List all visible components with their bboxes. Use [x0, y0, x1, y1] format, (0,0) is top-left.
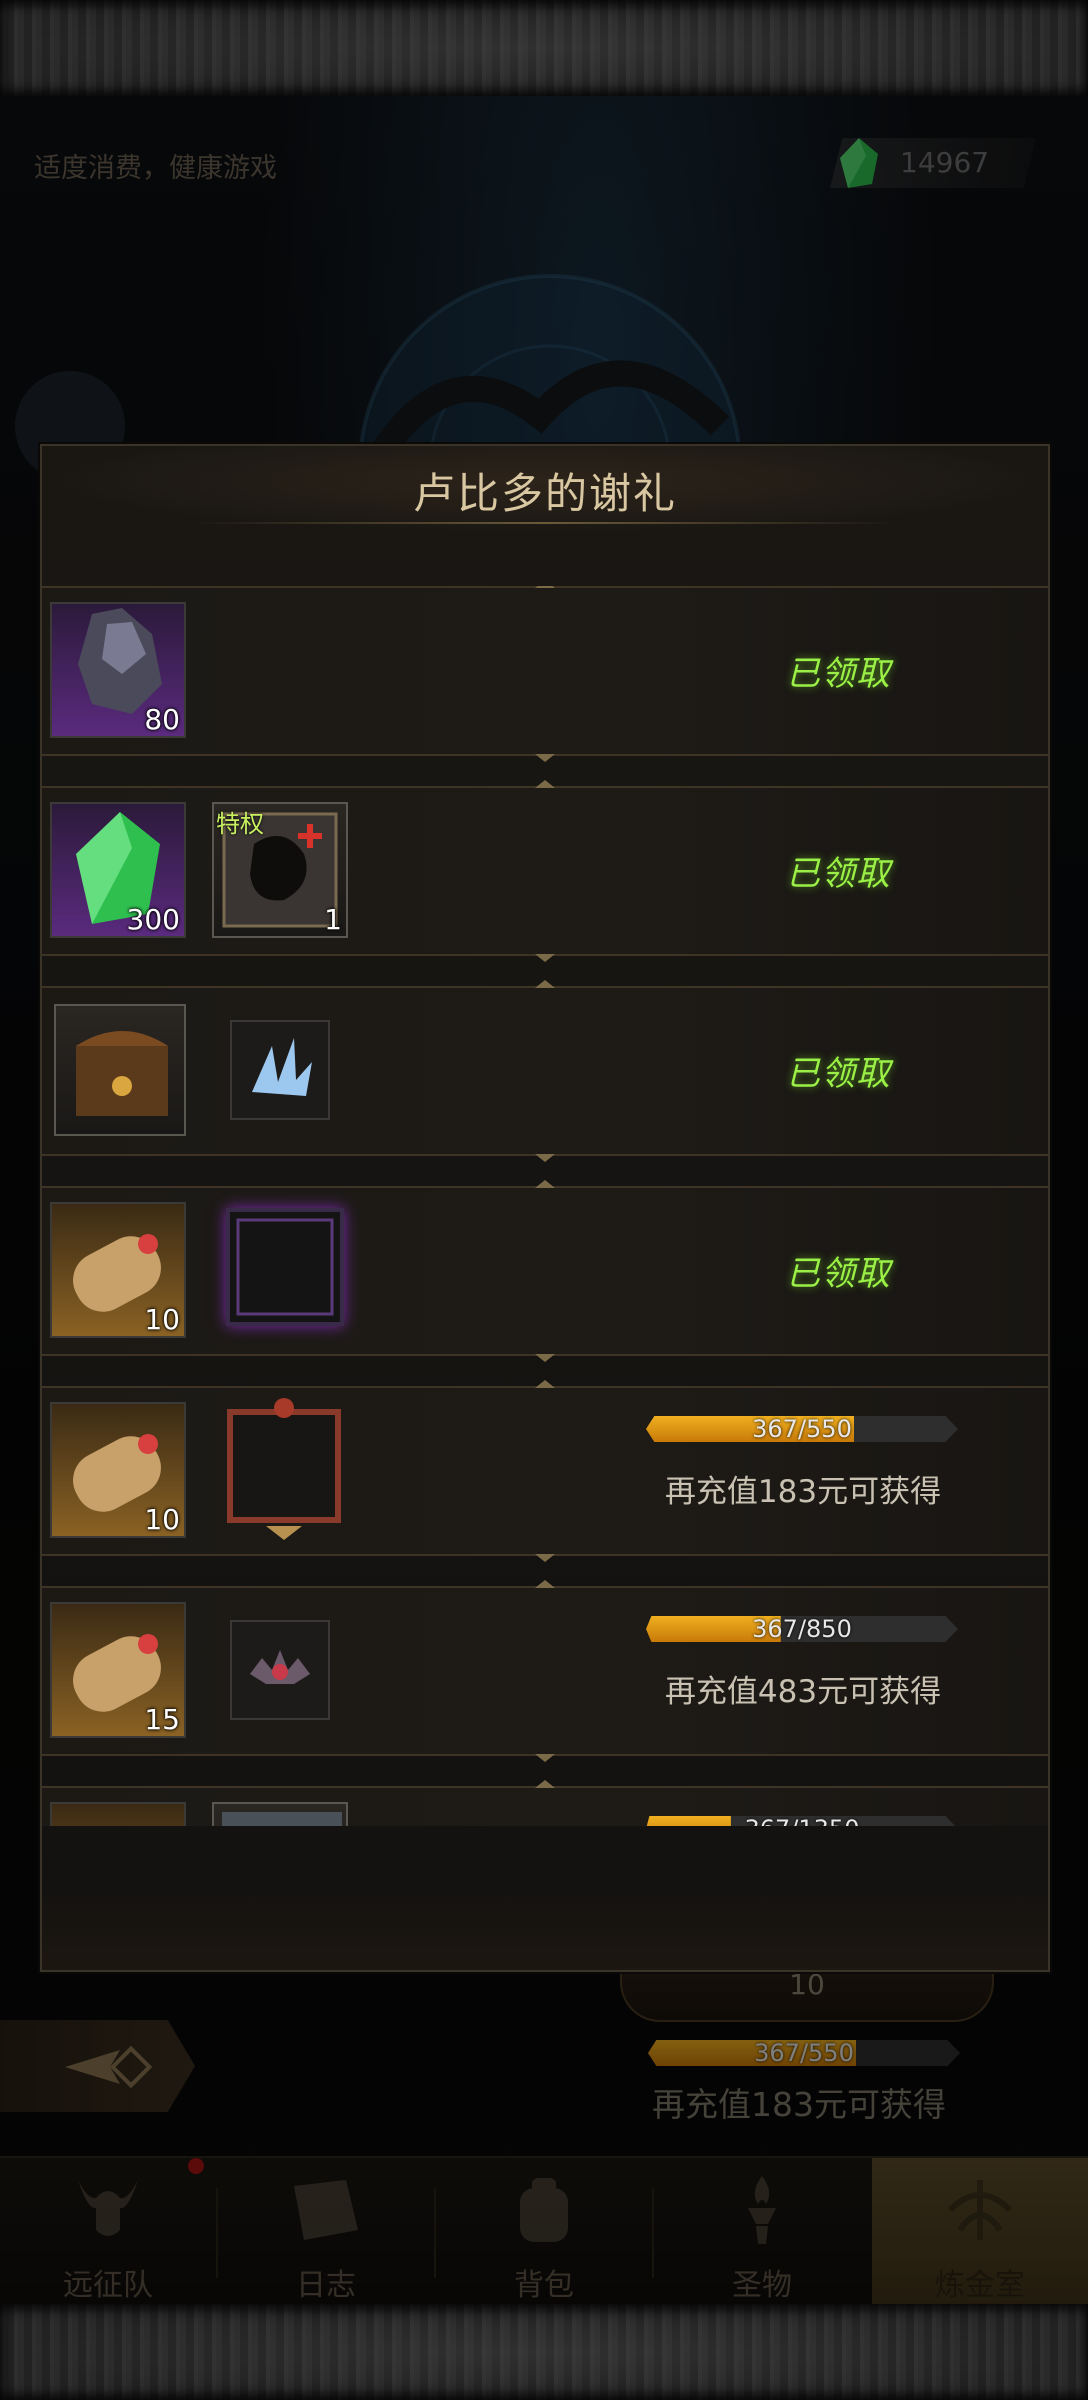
bottom-ornate-bar	[0, 2304, 1088, 2400]
reward-row: 300 特权 1 已领取	[42, 780, 1048, 962]
reward-item[interactable]	[50, 1802, 186, 1826]
claimed-status: 已领取	[786, 654, 891, 694]
progress-text: 367/1350	[646, 1815, 958, 1826]
reward-item[interactable]	[230, 1020, 330, 1120]
privilege-tag: 特权	[216, 810, 264, 838]
progress-text: 367/850	[752, 1615, 852, 1643]
recharge-text: 再充值483元可获得	[664, 1674, 942, 1710]
item-count: 15	[144, 1703, 180, 1736]
item-count: 10	[144, 1503, 180, 1536]
reward-row: 已领取	[42, 980, 1048, 1162]
reward-row: 80 已领取	[42, 586, 1048, 762]
claimed-status: 已领取	[786, 1254, 891, 1294]
reward-item[interactable]: 10	[50, 1202, 186, 1338]
progress-text: 367/550	[752, 1415, 852, 1443]
ornate-frame-icon	[227, 1398, 341, 1540]
reward-row: 15 367/850 再充值483元可获得	[42, 1580, 1048, 1762]
claimed-status: 已领取	[786, 854, 891, 894]
item-count: 300	[126, 903, 180, 936]
reward-item[interactable]: 特权 1	[212, 802, 348, 938]
armored-portrait-icon	[222, 1812, 342, 1826]
item-count: 80	[144, 703, 180, 736]
reward-row: 10 已领取	[42, 1180, 1048, 1362]
top-ornate-bar	[0, 0, 1088, 96]
item-count: 1	[324, 903, 342, 936]
reward-item[interactable]	[230, 1620, 330, 1720]
dialog-title: 卢比多的谢礼	[412, 469, 677, 518]
reward-list[interactable]: 80 已领取 300 特权 1 已领取 已领取 10 已领取 10 367/55…	[42, 586, 1048, 1826]
ice-crystal-icon	[252, 1038, 312, 1096]
reward-item[interactable]	[212, 1802, 348, 1826]
reward-item[interactable]: 300	[50, 802, 186, 938]
dialog-header: 卢比多的谢礼	[42, 446, 1048, 534]
treasure-chest-icon	[76, 1031, 168, 1116]
spiked-crest-icon	[250, 1650, 310, 1684]
reward-row: 367/1350	[42, 1780, 1048, 1826]
progress-bar: 367/1350	[646, 1815, 958, 1826]
reward-item[interactable]: 80	[50, 602, 186, 738]
reward-dialog: 卢比多的谢礼 80 已领取 300 特权 1 已领取 已领取 10 已领取 10…	[40, 444, 1050, 1972]
scroll-icon	[52, 1804, 186, 1826]
reward-item[interactable]	[226, 1208, 344, 1326]
reward-item[interactable]	[216, 1396, 352, 1542]
reward-item[interactable]: 10	[50, 1402, 186, 1538]
purple-frame-icon	[236, 1218, 334, 1316]
recharge-text: 再充值183元可获得	[664, 1474, 942, 1510]
progress-bar: 367/550	[646, 1415, 958, 1443]
reward-row: 10 367/550 再充值183元可获得	[42, 1380, 1048, 1562]
dialog-footer	[42, 1876, 1048, 1970]
reward-item[interactable]	[54, 1004, 186, 1136]
item-count: 10	[144, 1303, 180, 1336]
reward-item[interactable]: 15	[50, 1602, 186, 1738]
progress-bar: 367/850	[646, 1615, 958, 1643]
claimed-status: 已领取	[786, 1054, 891, 1094]
